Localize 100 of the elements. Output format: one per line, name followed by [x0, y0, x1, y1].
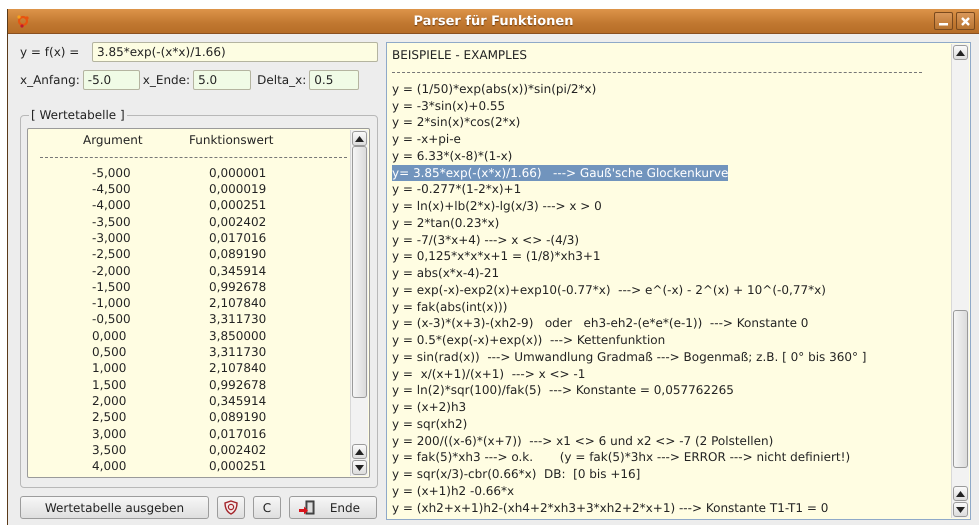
- scroll-up-button[interactable]: [352, 444, 367, 459]
- example-line[interactable]: y = (x+2)h3: [392, 399, 466, 416]
- scroll-up-button[interactable]: [953, 486, 968, 501]
- example-line[interactable]: y = (xh2+x+1)h2-(xh4+2*xh3+3*xh2+2*x+1) ---> Konstante T1-T1 = 0: [392, 500, 828, 516]
- scroll-down-button[interactable]: [352, 460, 367, 475]
- example-line[interactable]: y = -7/(3*x+4) ---> x <> -(4/3): [392, 232, 580, 248]
- scroll-up-button[interactable]: [953, 45, 968, 60]
- example-line[interactable]: y = -3*sin(x)+0.55: [392, 98, 506, 114]
- example-line[interactable]: y = 200/((x-6)*(x+7)) ---> x1 <> 6 und x2 <> -7 (2 Polstellen): [392, 432, 774, 450]
- table-cell-text: 3,311730: [209, 311, 268, 328]
- table-cell-text: 0,500: [92, 344, 128, 360]
- table-cell-text: 0,089190: [209, 409, 268, 426]
- input-field[interactable]: 0.5: [309, 70, 360, 90]
- table-cell-text: 0,000251: [209, 197, 268, 214]
- example-line[interactable]: y = 6.33*(x-8)*(1-x): [392, 148, 512, 164]
- help-button[interactable]: [217, 496, 245, 519]
- exit-button[interactable]: Ende: [289, 496, 377, 519]
- input-field[interactable]: -5.0: [82, 70, 140, 90]
- column-header: Argument: [83, 132, 144, 149]
- table-cell-text: 3,850000: [209, 328, 268, 344]
- shield-icon: [224, 500, 238, 515]
- scrollbar[interactable]: [951, 44, 969, 518]
- table-cell-text: 3,000: [92, 426, 128, 442]
- table-cell-text: 2,107840: [209, 295, 268, 312]
- example-line[interactable]: y = -x+pi-e: [392, 131, 461, 148]
- table-cell-text: -2,500: [92, 246, 132, 263]
- table-cell-text: -4,000: [92, 197, 132, 214]
- example-line[interactable]: y = 2*sin(x)*cos(2*x): [392, 114, 520, 131]
- example-line[interactable]: y = sqr(x/3)-cbr(0.66*x) DB: [0 bis +16]: [392, 466, 640, 483]
- table-cell-text: -1,000: [92, 295, 132, 312]
- table-cell-text: 0,000251: [209, 458, 268, 474]
- arrow-down-icon: [355, 464, 364, 470]
- table-cell-text: 0,089190: [209, 246, 268, 263]
- table-cell-text: 0,017016: [209, 230, 268, 246]
- example-line[interactable]: y = sin(rad(x)) ---> Umwandlung Gradmaß ---> Bogenmaß; z.B. [ 0° bis 360° ]: [392, 348, 866, 366]
- example-line[interactable]: y = (x-3)*(x+3)-(xh2-9) oder eh3-eh2-(e*e*(e-1)) ---> Konstante 0: [392, 315, 808, 332]
- example-line[interactable]: y = (1/50)*exp(abs(x))*sin(pi/2*x): [392, 80, 596, 98]
- table-cell-text: 0,992678: [209, 278, 268, 296]
- table-cell-text: 1,500: [92, 376, 128, 393]
- scroll-thumb[interactable]: [352, 146, 367, 398]
- field-label: x_Ende:: [142, 73, 190, 87]
- table-cell-text: 3,311730: [209, 344, 268, 360]
- table-cell-text: -3,500: [92, 214, 132, 230]
- example-line[interactable]: y = x/(x+1)/(x+1) ---> x <> -1: [392, 366, 586, 382]
- minimize-icon: [939, 22, 948, 26]
- app-logo-icon: [17, 14, 29, 28]
- table-cell-text: 0,002402: [209, 442, 268, 458]
- table-cell-text: 0,992678: [209, 376, 268, 393]
- table-cell-text: 1,000: [92, 360, 128, 377]
- example-line[interactable]: y = ln(2)*sqr(100)/fak(5) ---> Konstante = 0,057762265: [392, 382, 734, 399]
- scrollbar[interactable]: [350, 130, 368, 476]
- example-line[interactable]: y = 0,125*x*x*x+1 = (1/8)*xh3+1: [392, 248, 601, 265]
- column-header: Funktionswert: [189, 132, 274, 149]
- table-cell-text: -2,000: [92, 262, 132, 279]
- example-line[interactable]: y = 2*tan(0.23*x): [392, 214, 500, 232]
- window-title: Parser für Funktionen: [413, 14, 574, 28]
- table-cell-text: 2,000: [92, 392, 128, 410]
- push-button[interactable]: C: [253, 496, 281, 519]
- example-line[interactable]: y = fak(abs(int(x))): [392, 298, 508, 316]
- example-line[interactable]: y = ln(x)+lb(2*x)-lg(x/3) ---> x > 0: [392, 198, 602, 215]
- field-label: Delta_x:: [257, 73, 306, 87]
- close-button[interactable]: [956, 12, 975, 30]
- field-label: y = f(x) =: [20, 45, 80, 59]
- table-cell-text: -4,500: [92, 181, 132, 198]
- scroll-down-button[interactable]: [953, 502, 968, 517]
- table-cell-text: 2,500: [92, 409, 128, 426]
- scroll-up-button[interactable]: [352, 131, 367, 146]
- table-cell-text: -5,000: [92, 164, 132, 182]
- arrow-up-icon: [355, 136, 364, 142]
- example-line[interactable]: y = exp(-x)-exp2(x)+exp10(-0.77*x) ---> e^(-x) - 2^(x) + 10^(-0,77*x): [392, 282, 826, 298]
- table-cell-text: 0,000001: [209, 164, 268, 182]
- close-icon: [961, 16, 970, 26]
- field-label: x_Anfang:: [20, 73, 80, 87]
- input-field[interactable]: 3.85*exp(-(x*x)/1.66): [92, 42, 378, 62]
- table-cell-text: 3,500: [92, 442, 128, 458]
- scroll-thumb[interactable]: [953, 310, 968, 468]
- table-cell-text: 0,345914: [209, 392, 268, 410]
- examples-heading: BEISPIELE - EXAMPLES: [392, 47, 528, 64]
- input-field[interactable]: 5.0: [193, 70, 252, 90]
- table-cell-text: 4,000: [92, 458, 128, 474]
- minimize-button[interactable]: [934, 12, 953, 30]
- table-cell-text: 0,345914: [209, 262, 268, 279]
- example-line[interactable]: y = -0.277*(1-2*x)+1: [392, 181, 522, 198]
- table-cell-text: -1,500: [92, 278, 132, 296]
- push-button[interactable]: Wertetabelle ausgeben: [20, 496, 209, 519]
- table-cell-text: 0,000: [92, 328, 128, 344]
- table-cell-text: -0,500: [92, 311, 132, 328]
- example-line[interactable]: y = sqr(xh2): [392, 416, 468, 432]
- table-cell-text: 0,000019: [209, 181, 268, 198]
- arrow-up-icon: [355, 448, 364, 454]
- example-line[interactable]: y = fak(5)*xh3 ---> o.k. (y = fak(5)*3hx ---> ERROR ---> nicht definiert!): [392, 449, 850, 466]
- group-title: [ Wertetabelle ]: [30, 108, 126, 122]
- example-line[interactable]: y = abs(x*x-4)-21: [392, 265, 500, 282]
- table-cell-text: 0,002402: [209, 214, 268, 230]
- arrow-up-icon: [956, 50, 965, 56]
- exit-door-icon: [298, 500, 316, 516]
- example-line[interactable]: y = (x+1)h2 -0.66*x: [392, 482, 514, 500]
- table-cell-text: -3,000: [92, 230, 132, 246]
- table-cell-text: 0,017016: [209, 426, 268, 442]
- example-line[interactable]: y = 0.5*(exp(-x)+exp(x)) ---> Kettenfunktion: [392, 332, 666, 349]
